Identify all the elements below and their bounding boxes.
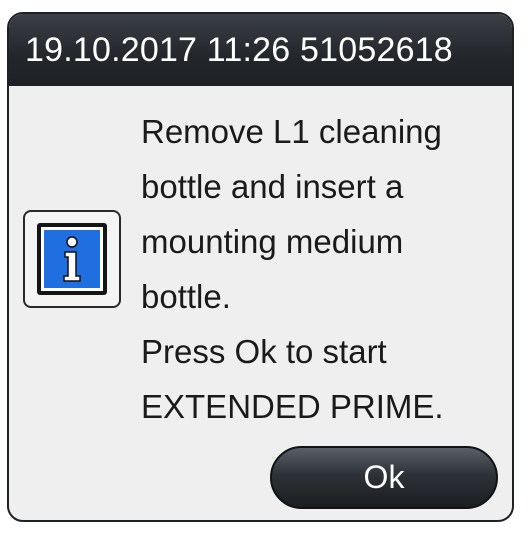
ok-button[interactable]: Ok <box>270 446 498 509</box>
dialog-title: 19.10.2017 11:26 51052618 <box>9 14 512 86</box>
message-dialog: 19.10.2017 11:26 51052618 Remove L1 clea… <box>7 12 514 522</box>
info-icon-frame <box>23 210 121 308</box>
info-icon <box>37 223 107 295</box>
dialog-message: Remove L1 cleaning bottle and insert a m… <box>141 113 444 425</box>
